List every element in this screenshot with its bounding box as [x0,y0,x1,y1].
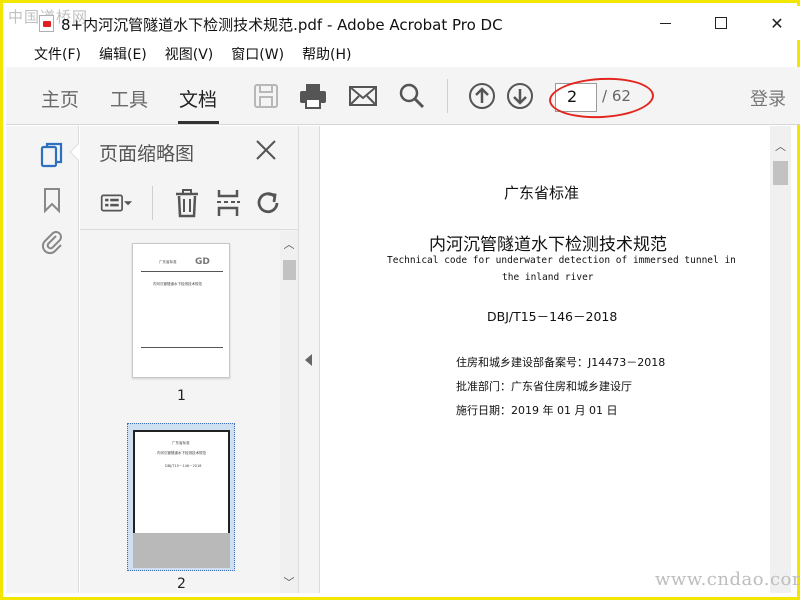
title-bar: 中国道桥网 8+内河沉管隧道水下检测技术规范.pdf - Adobe Acrob… [6,6,800,40]
insert-pages-button[interactable] [211,186,245,220]
doc-english-title-line1: Technical code for underwater detection … [387,255,736,266]
thumb1-title: 内河沉管隧道水下检测技术规范 [153,282,202,286]
search-button[interactable] [397,81,427,111]
thumb2-code: DBJ/T15－146－2018 [165,464,202,468]
active-tab-indicator [178,121,219,124]
doc-english-title-line2: the inland river [502,272,594,283]
previous-page-button[interactable] [467,81,497,111]
print-icon [300,84,326,109]
doc-code: DBJ/T15－146－2018 [487,309,618,324]
window-frame: 中国道桥网 8+内河沉管隧道水下检测技术规范.pdf - Adobe Acrob… [0,0,800,600]
doc-title: 内河沉管隧道水下检测技术规范 [429,235,667,255]
thumbnail-scrollbar[interactable]: ︿ ﹀ [280,231,298,593]
paperclip-icon [41,231,62,255]
next-page-button[interactable] [505,81,535,111]
save-icon [254,84,278,108]
menu-help[interactable]: 帮助(H) [302,44,351,64]
collapse-arrow-icon[interactable] [305,354,312,366]
email-icon [349,86,377,106]
arrow-up-circle-icon [469,83,495,109]
thumb1-rule [141,271,223,272]
save-button[interactable] [251,81,281,111]
menu-bar: 文件(F) 编辑(E) 视图(V) 窗口(W) 帮助(H) [6,42,800,66]
document-scrollbar[interactable]: ︿ [770,126,791,593]
document-scroll-thumb[interactable] [773,161,788,185]
rotate-pages-button[interactable] [252,186,286,220]
pdf-file-icon [39,15,54,32]
chevron-up-icon[interactable]: ︿ [280,235,298,253]
toolbar-divider [447,79,448,113]
panel-splitter[interactable] [298,126,320,593]
arrow-down-circle-icon [507,83,533,109]
menu-window[interactable]: 窗口(W) [231,44,284,64]
thumbnail-options-button[interactable] [100,186,134,220]
thumb1-rule-bottom [141,347,223,348]
email-button[interactable] [348,81,378,111]
chevron-down-icon[interactable]: ﹀ [280,573,298,591]
window-title: 8+内河沉管隧道水下检测技术规范.pdf - Adobe Acrobat Pro… [61,16,503,34]
panel-title: 页面缩略图 [99,143,195,165]
thumb2-header: 广东省标准 [172,441,190,445]
tab-home[interactable]: 主页 [41,85,79,112]
page-thumbnails-button[interactable] [39,140,65,170]
page-thumbnail-1[interactable]: 广东省标准 GD 内河沉管隧道水下检测技术规范 [132,243,230,378]
doc-approval-dept: 批准部门：广东省住房和城乡建设厅 [456,380,632,393]
close-panel-button[interactable] [252,136,280,164]
attachments-button[interactable] [39,227,65,257]
thumbnail-list: 广东省标准 GD 内河沉管隧道水下检测技术规范 1 广东省标准 内河沉管隧道水下… [80,231,298,593]
close-icon [256,140,276,160]
doc-standard-type: 广东省标准 [504,184,580,202]
bookmarks-button[interactable] [39,185,65,215]
tab-tools[interactable]: 工具 [110,85,148,112]
thumbnail-scroll-thumb[interactable] [283,260,296,280]
gd-logo: GD [195,257,210,267]
print-button[interactable] [298,81,328,111]
thumb2-next-page [133,533,230,568]
menu-edit[interactable]: 编辑(E) [99,44,147,64]
delete-pages-button[interactable] [170,186,204,220]
close-window-button[interactable]: ✕ [754,6,800,40]
login-button[interactable]: 登录 [750,85,786,111]
thumb2-title: 内河沉管隧道水下检测技术规范 [157,451,206,455]
watermark-bottom: www.cndao.com [655,569,800,590]
navigation-rail [6,126,87,593]
panel-toolbar-divider [152,186,153,220]
document-view: 广东省标准 内河沉管隧道水下检测技术规范 Technical code for … [321,126,770,593]
maximize-icon [715,17,727,29]
insert-page-icon [217,190,240,216]
minimize-button[interactable] [642,6,688,40]
menu-view[interactable]: 视图(V) [165,44,214,64]
thumbnail-label-2: 2 [177,576,186,592]
pages-icon [40,142,63,168]
bookmark-icon [44,188,60,213]
thumb1-header: 广东省标准 [159,260,177,264]
search-icon [399,83,425,109]
tab-document[interactable]: 文档 [179,85,217,112]
maximize-button[interactable] [698,6,744,40]
trash-icon [176,189,198,218]
minimize-icon [659,22,671,24]
rotate-icon [257,192,279,214]
menu-file[interactable]: 文件(F) [34,44,81,64]
doc-registration: 住房和城乡建设部备案号：J14473－2018 [456,356,666,369]
doc-chevron-up-icon[interactable]: ︿ [770,136,791,156]
thumbnail-label-1: 1 [177,388,186,404]
main-toolbar: 主页 工具 文档 2 / 62 登录 [6,67,800,125]
page-thumbnails-panel: 页面缩略图 广东省标准 GD 内河沉管隧道水下检测技术规范 1 广东省标准 内河… [80,126,298,593]
doc-effective-date: 施行日期：2019 年 01 月 01 日 [456,404,618,417]
options-menu-icon [100,194,132,212]
panel-toolbar [80,178,298,230]
